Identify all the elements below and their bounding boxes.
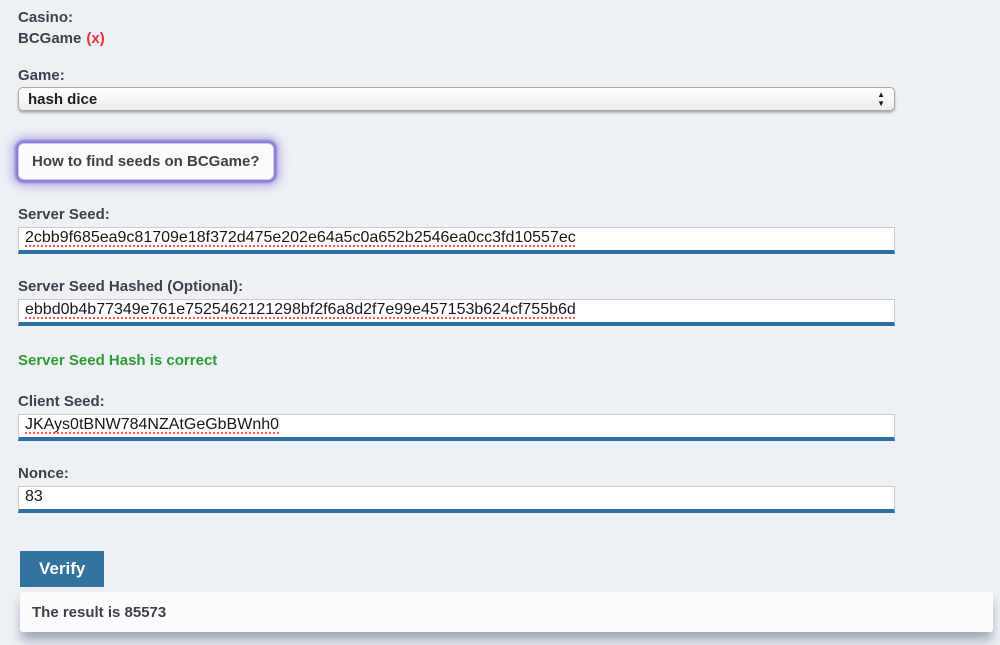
- hash-correct-status: Server Seed Hash is correct: [18, 352, 1000, 369]
- server-seed-label: Server Seed:: [18, 206, 1000, 223]
- nonce-input[interactable]: 83: [18, 486, 895, 513]
- server-seed-value: 2cbb9f685ea9c81709e18f372d475e202e64a5c0…: [25, 229, 576, 247]
- select-arrows-icon: ▲ ▼: [877, 90, 885, 108]
- client-seed-value: JKAys0tBNW784NZAtGeGbBWnh0: [25, 416, 279, 434]
- game-select-value: hash dice: [19, 91, 97, 108]
- verify-button[interactable]: Verify: [20, 551, 104, 587]
- server-seed-hashed-input[interactable]: ebbd0b4b77349e761e7525462121298bf2f6a8d2…: [18, 299, 895, 326]
- game-label: Game:: [18, 67, 1000, 84]
- casino-selection: BCGame (x): [18, 30, 1000, 47]
- nonce-label: Nonce:: [18, 465, 1000, 482]
- game-select[interactable]: hash dice ▲ ▼: [18, 87, 895, 111]
- result-box: The result is 85573: [20, 592, 993, 632]
- how-to-find-seeds-button[interactable]: How to find seeds on BCGame?: [18, 143, 274, 180]
- server-seed-hashed-label: Server Seed Hashed (Optional):: [18, 278, 1000, 295]
- client-seed-label: Client Seed:: [18, 393, 1000, 410]
- result-text: The result is 85573: [20, 604, 166, 621]
- casino-remove-link[interactable]: (x): [86, 30, 104, 47]
- server-seed-hashed-value: ebbd0b4b77349e761e7525462121298bf2f6a8d2…: [25, 301, 576, 319]
- client-seed-input[interactable]: JKAys0tBNW784NZAtGeGbBWnh0: [18, 414, 895, 441]
- nonce-value: 83: [25, 488, 43, 506]
- server-seed-input[interactable]: 2cbb9f685ea9c81709e18f372d475e202e64a5c0…: [18, 227, 895, 254]
- casino-name: BCGame: [18, 30, 81, 47]
- casino-label: Casino:: [18, 0, 1000, 26]
